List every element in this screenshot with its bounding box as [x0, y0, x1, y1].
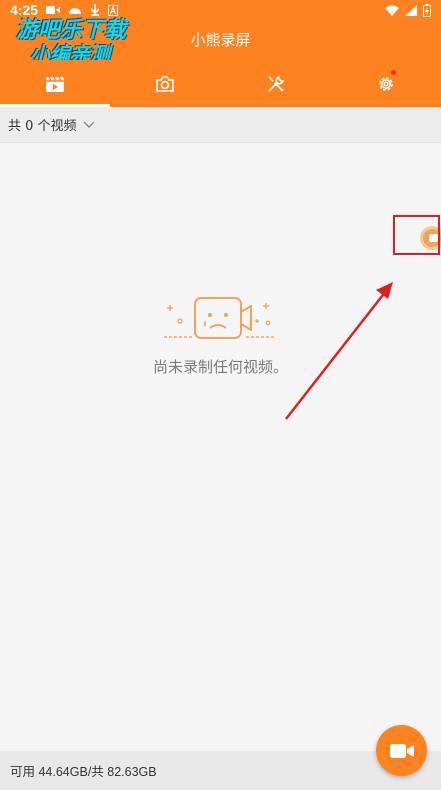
empty-state-message: 尚未录制任何视频。 — [152, 358, 288, 376]
notification-icons — [46, 4, 119, 16]
video-list-area: 尚未录制任何视频。 — [0, 143, 441, 751]
app-bar: 小熊录屏 — [0, 20, 441, 60]
android-icon — [69, 8, 82, 14]
storage-info: 可用 44.64GB/共 82.63GB — [0, 751, 441, 790]
download-icon — [90, 4, 100, 16]
settings-badge-dot — [390, 70, 396, 75]
gear-icon — [379, 76, 393, 91]
battery-icon — [423, 3, 431, 17]
empty-video-illustration-icon — [164, 297, 276, 339]
system-icons — [385, 3, 431, 17]
video-count-dropdown[interactable]: 共 0 个视频 — [0, 107, 441, 143]
video-clip-icon — [46, 76, 65, 92]
tab-bar — [0, 60, 441, 107]
tools-icon — [268, 75, 284, 92]
video-count-label: 共 0 个视频 — [8, 119, 77, 134]
video-record-icon — [46, 6, 61, 14]
video-camera-icon — [389, 743, 414, 758]
app-title: 小熊录屏 — [190, 31, 251, 49]
status-bar: 4:25 — [0, 0, 441, 20]
annotation-highlight-box — [393, 215, 440, 255]
signal-icon — [405, 4, 417, 16]
camera-icon — [156, 75, 175, 92]
tab-videos[interactable] — [0, 60, 111, 107]
wifi-icon — [385, 5, 399, 16]
tab-tools[interactable] — [221, 60, 331, 107]
tab-settings[interactable] — [331, 60, 441, 107]
chevron-down-icon — [83, 121, 95, 129]
status-time: 4:25 — [10, 2, 39, 18]
storage-text: 可用 44.64GB/共 82.63GB — [10, 765, 157, 779]
font-a-icon — [108, 4, 119, 16]
record-button[interactable] — [376, 725, 427, 776]
tab-screenshots[interactable] — [110, 60, 220, 107]
